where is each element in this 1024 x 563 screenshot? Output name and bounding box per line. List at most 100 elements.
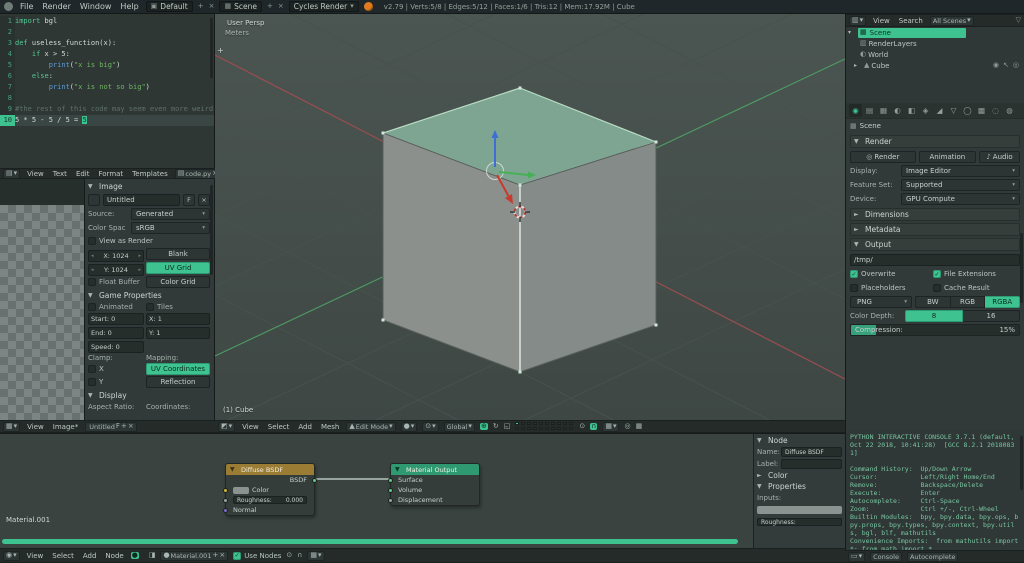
selectable-icon[interactable]: ↖ [1003,62,1009,69]
display-select[interactable]: Image Editor ▾ [901,165,1020,177]
constraints-tab-icon[interactable]: ◈ [919,104,932,117]
code-line[interactable]: 7 print("x is not so big") [0,82,214,93]
roughness-input-socket[interactable] [223,497,228,503]
decrement-icon[interactable]: ◂ [91,253,94,259]
image-panel-header[interactable]: ▼ Image [88,180,210,193]
fake-user-button[interactable]: F [183,194,195,206]
collapse-node-icon[interactable]: ▼ [230,466,238,473]
editor-type-node-button[interactable]: ◉ ▾ [3,550,20,561]
layer-button[interactable] [521,427,526,430]
pivot-point-select[interactable]: ⊙ ▾ [422,421,439,432]
color-panel-header[interactable]: ► Color [757,470,842,481]
layer-button[interactable] [527,422,532,425]
sidebar-roughness-slider[interactable]: Roughness: [757,518,842,526]
image-icon[interactable] [88,194,100,206]
viewport-shading-select[interactable]: ● ▾ [400,421,418,432]
source-select[interactable]: Generated ▾ [131,208,210,220]
tiles-x-field[interactable]: X: 1 [146,313,210,325]
rotate-manipulator-icon[interactable]: ↻ [493,423,499,430]
menu-view[interactable]: View [25,423,46,431]
texture-tab-icon[interactable]: ▩ [975,104,988,117]
translate-manipulator-icon[interactable]: ⊕ [479,423,488,430]
text-datablock[interactable]: ▤ code.py × [174,169,215,178]
renderable-icon[interactable]: ◎ [1013,62,1019,69]
node-editor[interactable]: ▼ Diffuse BSDF BSDF Color Roughness: 0.0… [0,433,845,548]
code-line[interactable]: 4 if x > 5: [0,49,214,60]
layer-button[interactable] [569,422,574,425]
mapping-reflection-button[interactable]: Reflection [146,376,210,388]
diffuse-node-header[interactable]: ▼ Diffuse BSDF [226,464,314,475]
menu-add[interactable]: Add [81,552,99,560]
render-opengl-anim-icon[interactable]: ▦ [636,423,643,430]
layer-button[interactable] [527,427,532,430]
menu-file[interactable]: File [18,2,35,11]
device-select[interactable]: GPU Compute ▾ [901,193,1020,205]
code-line[interactable]: 10 5 * 5 - 5 / 5 = 5 [0,115,214,126]
layer-button[interactable] [551,427,556,430]
color-depth-8-button[interactable]: 8 [905,310,963,322]
generated-type-color-grid-button[interactable]: Color Grid [146,276,210,288]
editor-type-image-button[interactable]: ▦ ▾ [3,421,21,432]
properties-scrollbar[interactable] [1020,233,1023,303]
layer-button[interactable] [569,427,574,430]
menu-add[interactable]: Add [296,423,314,431]
menu-view[interactable]: View [240,423,261,431]
layer-button[interactable] [563,427,568,430]
render-tab-icon[interactable]: ◉ [849,104,862,117]
menu-image[interactable]: Image* [51,423,80,431]
text-editor-scrollbar[interactable] [210,18,213,78]
scene-tab-icon[interactable]: ▦ [877,104,890,117]
generated-type-blank-button[interactable]: Blank [146,248,210,260]
app-icon[interactable] [4,2,13,11]
menu-view[interactable]: View [871,17,892,25]
color-depth-16-button[interactable]: 16 [963,310,1020,322]
outliner-row-scene[interactable]: ▾ ▦ Scene [846,27,1024,38]
tiles-toggle[interactable]: Tiles [146,303,210,311]
menu-text[interactable]: Text [51,170,69,178]
pin-icon[interactable]: ⊙ [286,552,292,559]
image-props-scrollbar[interactable] [210,185,213,275]
game-properties-panel-header[interactable]: ▼ Game Properties [88,289,210,302]
decrement-icon[interactable]: ◂ [91,267,94,273]
render-button[interactable]: ◎ Render [850,151,916,163]
particles-tab-icon[interactable]: ◌ [989,104,1002,117]
outliner-row-cube[interactable]: ▸ ▲ Cube ◉ ↖ ◎ [846,60,1024,71]
audio-button[interactable]: ♪ Audio [979,151,1020,163]
layer-button[interactable] [557,422,562,425]
end-field[interactable]: End: 0 [88,327,144,339]
color-swatch[interactable] [233,486,249,494]
close-layout-icon[interactable]: × [209,3,215,10]
text-editor[interactable]: 1 import bgl 2 3 def useless_function(x): 4 i… [0,14,215,168]
menu-templates[interactable]: Templates [130,170,170,178]
add-scene-icon[interactable]: + [267,3,273,10]
3d-viewport[interactable]: User Persp Meters + (1) Cube [215,14,845,420]
float-buffer-toggle[interactable]: Float Buffer [88,278,144,286]
display-panel-header[interactable]: ▼ Display [88,389,210,402]
generated-type-uv-grid-button[interactable]: UV Grid [146,262,210,274]
material-tab-icon[interactable]: ◯ [961,104,974,117]
snap-element-select[interactable]: ▦ ▾ [602,421,620,432]
layer-button[interactable] [515,427,520,430]
screen-layout-select[interactable]: ▣ Default [145,1,193,12]
layer-button[interactable] [551,422,556,425]
animated-toggle[interactable]: Animated [88,303,144,311]
color-input-socket[interactable] [223,487,228,493]
code-line[interactable]: 8 [0,93,214,104]
surface-input-socket[interactable] [388,477,393,483]
lock-icon[interactable]: ⊙ [579,423,585,430]
output-path-field[interactable]: /tmp/ [850,254,1020,266]
mapping-uv-coordinates-button[interactable]: UV Coordinates [146,363,210,375]
color-mode-rgb-button[interactable]: RGB [950,296,986,308]
node-editor-hscrollbar[interactable] [2,539,738,544]
properties-panel-header[interactable]: ▼ Properties [757,481,842,492]
snap-magnet-icon[interactable]: ∩ [297,552,302,559]
compression-slider[interactable]: Compression: 15% [850,324,1020,336]
render-engine-select[interactable]: Cycles Render ▾ [288,1,359,12]
color-mode-rgba-button[interactable]: RGBA [985,296,1021,308]
normal-input-socket[interactable] [223,507,228,513]
increment-icon[interactable]: ▸ [138,253,141,259]
increment-icon[interactable]: ▸ [138,267,141,273]
tiles-y-field[interactable]: Y: 1 [146,327,210,339]
material-datablock[interactable]: ● Material.001 + × [160,550,229,561]
image-datablock[interactable]: Untitled F + × [85,421,137,432]
